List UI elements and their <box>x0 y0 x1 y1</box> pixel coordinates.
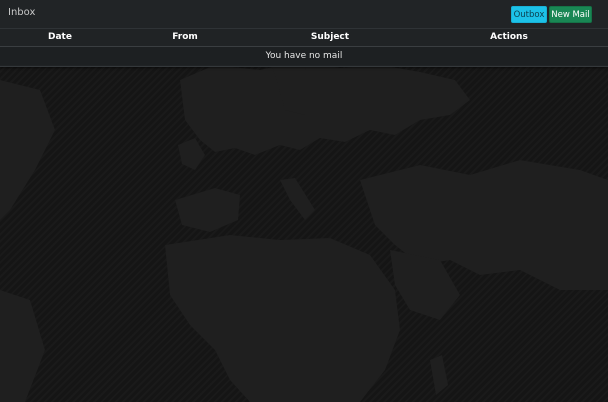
empty-row: You have no mail <box>0 46 608 65</box>
column-header-subject: Subject <box>250 29 410 47</box>
table-header-row: Date From Subject Actions <box>0 29 608 47</box>
new-mail-button[interactable]: New Mail <box>549 6 592 23</box>
inbox-header: Inbox Outbox New Mail <box>0 0 608 29</box>
inbox-panel: Inbox Outbox New Mail Date From Subject … <box>0 0 608 67</box>
mail-table: Date From Subject Actions You have no ma… <box>0 29 608 65</box>
empty-message: You have no mail <box>0 46 608 65</box>
page: Inbox Outbox New Mail Date From Subject … <box>0 0 608 402</box>
column-header-actions: Actions <box>410 29 608 47</box>
world-map-background <box>0 60 608 402</box>
column-header-from: From <box>120 29 250 47</box>
outbox-button[interactable]: Outbox <box>511 6 547 23</box>
column-header-date: Date <box>0 29 120 47</box>
inbox-title: Inbox <box>8 7 36 18</box>
